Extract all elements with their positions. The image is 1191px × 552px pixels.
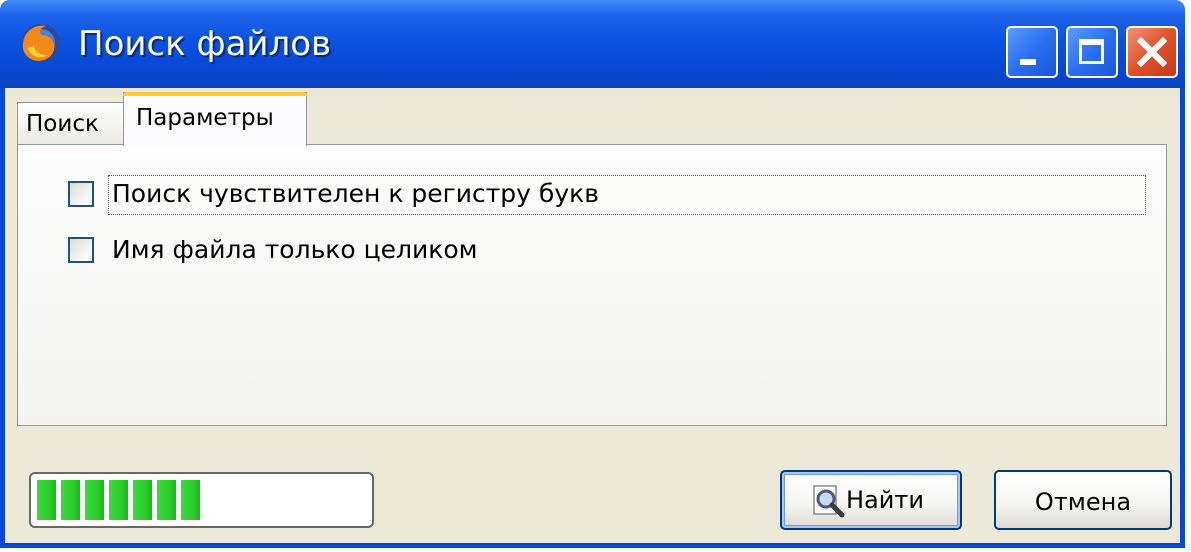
parameters-panel: Поиск чувствителен к регистру букв Имя ф… (17, 144, 1167, 426)
cancel-button-label: Отмена (1034, 488, 1132, 516)
case-sensitive-checkbox[interactable] (68, 181, 94, 207)
tab-parameters-label: Параметры (136, 105, 274, 131)
maximize-button[interactable] (1066, 26, 1118, 78)
progress-fill (37, 480, 200, 520)
whole-filename-checkbox[interactable] (68, 237, 94, 263)
search-progress-bar (29, 472, 374, 528)
close-icon (1137, 37, 1167, 67)
firefox-icon (22, 24, 60, 62)
tab-search[interactable]: Поиск (17, 102, 125, 144)
whole-filename-label[interactable]: Имя файла только целиком (112, 235, 478, 264)
case-sensitive-option[interactable]: Поиск чувствителен к регистру букв (68, 175, 1146, 215)
maximize-icon (1079, 39, 1104, 64)
dialog-window: Поиск файлов Поиск Параметры Поиск чувст… (0, 0, 1185, 548)
window-title: Поиск файлов (78, 24, 332, 64)
find-button[interactable]: Найти (780, 470, 962, 530)
minimize-icon (1020, 59, 1036, 65)
dialog-client-area: Поиск Параметры Поиск чувствителен к рег… (5, 88, 1180, 543)
tab-search-label: Поиск (26, 111, 99, 137)
close-button[interactable] (1126, 26, 1178, 78)
magnifier-icon (813, 485, 845, 518)
case-sensitive-label[interactable]: Поиск чувствителен к регистру букв (112, 179, 599, 208)
cancel-button[interactable]: Отмена (994, 470, 1172, 530)
title-bar[interactable]: Поиск файлов (0, 0, 1185, 88)
whole-filename-option[interactable]: Имя файла только целиком (68, 231, 568, 271)
find-button-label: Найти (846, 486, 924, 514)
tab-parameters[interactable]: Параметры (123, 92, 307, 146)
minimize-button[interactable] (1006, 26, 1058, 78)
